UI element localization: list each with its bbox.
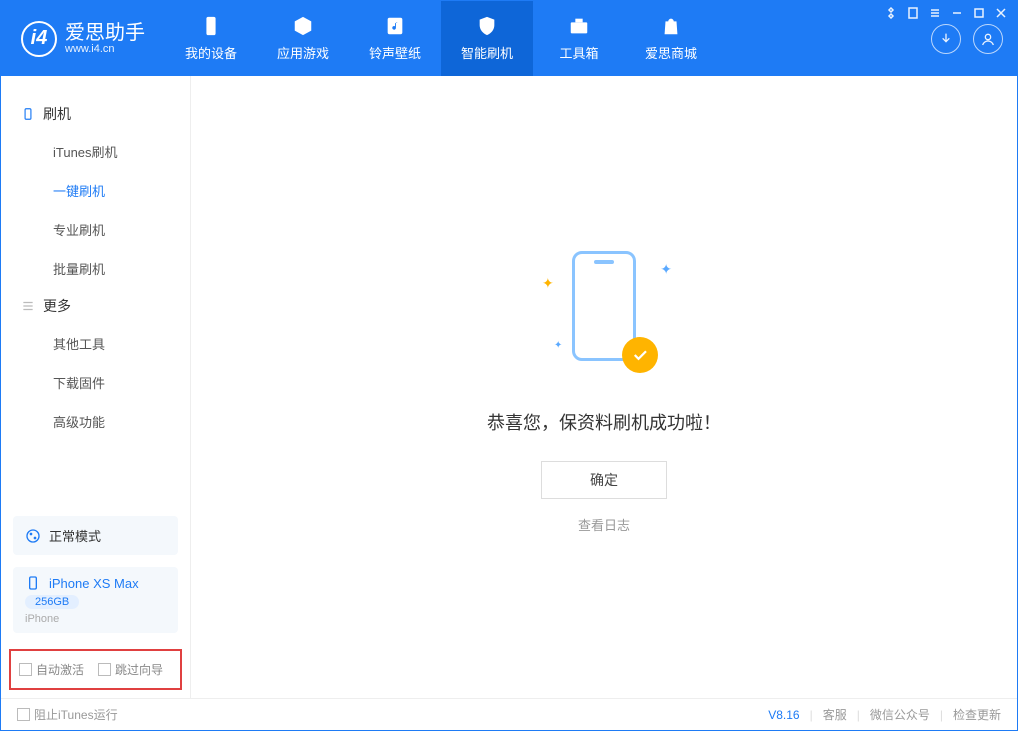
check-update-link[interactable]: 检查更新 — [953, 706, 1001, 723]
list-icon — [21, 299, 35, 313]
skip-guide-checkbox[interactable]: 跳过向导 — [98, 661, 163, 678]
success-illustration: ✦ ✦ ✦ — [534, 241, 674, 381]
auto-activate-checkbox[interactable]: 自动激活 — [19, 661, 84, 678]
nav-smartflash[interactable]: 智能刷机 — [441, 1, 533, 76]
nav-toolbox-label: 工具箱 — [559, 43, 598, 62]
header: i4 爱思助手 www.i4.cn 我的设备 应用游戏 铃声壁纸 智能刷机 工具… — [1, 1, 1017, 76]
download-button[interactable] — [931, 24, 961, 54]
sidebar-item-download-fw[interactable]: 下载固件 — [1, 363, 190, 402]
device-name: iPhone XS Max — [49, 576, 139, 591]
ok-button[interactable]: 确定 — [541, 461, 667, 499]
nav-apps[interactable]: 应用游戏 — [257, 1, 349, 76]
header-right — [931, 24, 1017, 54]
nav-toolbox[interactable]: 工具箱 — [533, 1, 625, 76]
view-log-link[interactable]: 查看日志 — [578, 515, 630, 534]
nav-apps-label: 应用游戏 — [277, 43, 329, 62]
app-url: www.i4.cn — [65, 43, 145, 55]
bag-icon — [660, 15, 682, 37]
sidebar-item-other-tools[interactable]: 其他工具 — [1, 324, 190, 363]
nav-store-label: 爱思商城 — [645, 43, 697, 62]
nav-ringtones-label: 铃声壁纸 — [369, 43, 421, 62]
nav-store[interactable]: 爱思商城 — [625, 1, 717, 76]
sidebar-item-advanced[interactable]: 高级功能 — [1, 402, 190, 441]
device-capacity: 256GB — [25, 595, 79, 609]
checkmark-badge-icon — [622, 337, 658, 373]
window-controls — [885, 7, 1007, 19]
logo: i4 爱思助手 www.i4.cn — [1, 21, 165, 57]
cube-icon — [292, 15, 314, 37]
device-mode-card[interactable]: 正常模式 — [13, 516, 178, 555]
sidebar-group-more-label: 更多 — [43, 296, 71, 316]
top-nav: 我的设备 应用游戏 铃声壁纸 智能刷机 工具箱 爱思商城 — [165, 1, 717, 76]
block-itunes-checkbox[interactable]: 阻止iTunes运行 — [17, 706, 118, 723]
logo-icon: i4 — [21, 21, 57, 57]
sidebar-item-pro-flash[interactable]: 专业刷机 — [1, 210, 190, 249]
menu-icon[interactable] — [929, 7, 941, 19]
toolbox-icon — [568, 15, 590, 37]
nav-mydevice[interactable]: 我的设备 — [165, 1, 257, 76]
maximize-icon[interactable] — [973, 7, 985, 19]
device-info-card[interactable]: iPhone XS Max 256GB iPhone — [13, 567, 178, 633]
support-link[interactable]: 客服 — [823, 706, 847, 723]
main-content: ✦ ✦ ✦ 恭喜您，保资料刷机成功啦！ 确定 查看日志 — [191, 76, 1017, 698]
phone-small-icon — [25, 575, 41, 591]
sparkle-icon: ✦ — [554, 340, 562, 351]
success-message: 恭喜您，保资料刷机成功啦！ — [487, 409, 721, 435]
sparkle-icon: ✦ — [660, 261, 672, 278]
wechat-link[interactable]: 微信公众号 — [870, 706, 930, 723]
theme-icon[interactable] — [885, 7, 897, 19]
sidebar: 刷机 iTunes刷机 一键刷机 专业刷机 批量刷机 更多 其他工具 下载固件 … — [1, 76, 191, 698]
app-name: 爱思助手 — [65, 23, 145, 43]
sparkle-icon: ✦ — [542, 275, 554, 292]
block-itunes-label: 阻止iTunes运行 — [34, 706, 118, 723]
minimize-icon[interactable] — [951, 7, 963, 19]
sidebar-group-more: 更多 — [1, 288, 190, 324]
device-type: iPhone — [25, 613, 166, 625]
nav-mydevice-label: 我的设备 — [185, 43, 237, 62]
sidebar-group-flash-label: 刷机 — [43, 104, 71, 124]
sidebar-item-batch-flash[interactable]: 批量刷机 — [1, 249, 190, 288]
bottom-options-highlighted: 自动激活 跳过向导 — [9, 649, 182, 690]
user-button[interactable] — [973, 24, 1003, 54]
note-icon[interactable] — [907, 7, 919, 19]
footer: 阻止iTunes运行 V8.16 | 客服 | 微信公众号 | 检查更新 — [1, 698, 1017, 730]
auto-activate-label: 自动激活 — [36, 661, 84, 678]
skip-guide-label: 跳过向导 — [115, 661, 163, 678]
sidebar-item-itunes-flash[interactable]: iTunes刷机 — [1, 132, 190, 171]
device-icon — [21, 107, 35, 121]
nav-ringtones[interactable]: 铃声壁纸 — [349, 1, 441, 76]
music-icon — [384, 15, 406, 37]
close-icon[interactable] — [995, 7, 1007, 19]
sidebar-item-oneclick-flash[interactable]: 一键刷机 — [1, 171, 190, 210]
version-label: V8.16 — [768, 708, 799, 722]
phone-icon — [200, 15, 222, 37]
nav-smartflash-label: 智能刷机 — [461, 43, 513, 62]
device-mode-label: 正常模式 — [49, 526, 101, 545]
shield-icon — [476, 15, 498, 37]
sidebar-group-flash: 刷机 — [1, 96, 190, 132]
mode-icon — [25, 528, 41, 544]
